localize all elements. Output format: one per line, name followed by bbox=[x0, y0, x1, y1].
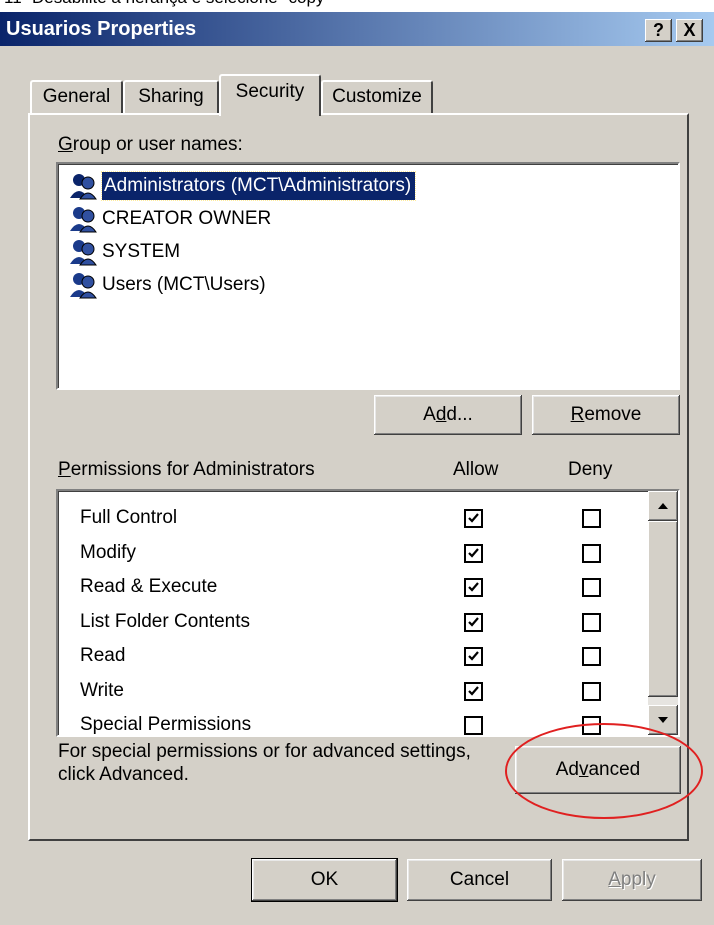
caption-text: 11- Desabilite a herança e selecione "co… bbox=[4, 0, 330, 8]
permission-name: Read bbox=[80, 645, 126, 666]
permission-row: Special Permissions bbox=[80, 708, 252, 735]
checkmark-icon bbox=[468, 582, 479, 592]
add-button[interactable]: Add... bbox=[374, 395, 522, 435]
advanced-button[interactable]: Advanced bbox=[515, 746, 681, 794]
allow-checkbox[interactable] bbox=[464, 681, 483, 701]
checkmark-icon bbox=[468, 547, 479, 558]
permission-name: List Folder Contents bbox=[80, 610, 251, 632]
checkmark-icon bbox=[468, 513, 479, 523]
list-item[interactable]: Users (MCT\Users) bbox=[68, 269, 266, 301]
arrow-up-icon bbox=[658, 503, 668, 509]
ok-button[interactable]: OK bbox=[251, 858, 398, 902]
advanced-hint-line2: click Advanced. bbox=[58, 764, 189, 785]
checkmark-icon bbox=[468, 616, 479, 627]
permissions-label: Permissions for Administrators bbox=[58, 459, 315, 480]
permissions-scrollbar[interactable] bbox=[648, 491, 678, 735]
permission-row: Read & Execute bbox=[80, 570, 217, 604]
deny-checkbox[interactable] bbox=[582, 543, 601, 563]
checkmark-icon bbox=[468, 685, 479, 696]
user-group-icon bbox=[70, 206, 97, 233]
user-list[interactable]: Administrators (MCT\Administrators) CREA… bbox=[56, 162, 680, 390]
advanced-hint-line1: For special permissions or for advanced … bbox=[58, 741, 471, 762]
allow-checkbox[interactable] bbox=[464, 578, 483, 597]
allow-checkbox[interactable] bbox=[464, 509, 483, 528]
tab-customize[interactable]: Customize bbox=[321, 80, 433, 114]
deny-checkbox[interactable] bbox=[582, 509, 601, 528]
list-item[interactable]: CREATOR OWNER bbox=[68, 203, 271, 235]
permission-row: Modify bbox=[80, 536, 136, 570]
checkmark-icon bbox=[468, 651, 479, 661]
permission-name: Special Permissions bbox=[80, 714, 252, 735]
deny-checkbox[interactable] bbox=[582, 578, 601, 597]
deny-checkbox[interactable] bbox=[582, 716, 601, 735]
allow-checkbox[interactable] bbox=[464, 716, 483, 735]
allow-checkbox[interactable] bbox=[464, 612, 483, 632]
permission-name: Full Control bbox=[80, 507, 178, 528]
close-button[interactable]: X bbox=[676, 19, 703, 42]
allow-checkbox[interactable] bbox=[464, 647, 483, 666]
scroll-down-button[interactable] bbox=[648, 705, 678, 735]
permission-row: List Folder Contents bbox=[80, 605, 250, 639]
list-item[interactable]: SYSTEM bbox=[68, 236, 180, 268]
list-item[interactable]: Administrators (MCT\Administrators) bbox=[68, 170, 417, 202]
apply-button[interactable]: Apply bbox=[562, 859, 702, 901]
allow-checkbox[interactable] bbox=[464, 543, 483, 563]
remove-button[interactable]: Remove bbox=[532, 395, 680, 435]
deny-checkbox[interactable] bbox=[582, 612, 601, 632]
tab-security[interactable]: Security bbox=[219, 74, 321, 116]
deny-checkbox[interactable] bbox=[582, 647, 601, 666]
tab-general[interactable]: General bbox=[30, 80, 123, 114]
properties-dialog: Usuarios Properties ? X General Sharing … bbox=[0, 12, 714, 925]
permission-name: Modify bbox=[80, 541, 136, 563]
group-users-label: Group or user names: bbox=[58, 134, 243, 155]
permissions-list[interactable]: Full Control Modify Read & Execute List Fol… bbox=[56, 489, 680, 737]
permission-name: Read & Execute bbox=[80, 576, 218, 597]
scroll-thumb[interactable] bbox=[648, 521, 678, 697]
deny-checkbox[interactable] bbox=[582, 681, 601, 701]
permission-row: Full Control bbox=[80, 501, 177, 535]
scroll-up-button[interactable] bbox=[648, 491, 678, 521]
permission-row: Read bbox=[80, 639, 125, 673]
tab-sharing[interactable]: Sharing bbox=[123, 80, 219, 114]
permission-name: Write bbox=[80, 679, 124, 701]
arrow-down-icon bbox=[658, 717, 668, 723]
help-button[interactable]: ? bbox=[645, 19, 672, 42]
permission-row: Write bbox=[80, 674, 124, 708]
user-group-icon bbox=[70, 272, 97, 299]
deny-column-header: Deny bbox=[568, 459, 613, 480]
window-title: Usuarios Properties bbox=[6, 18, 197, 40]
user-group-icon bbox=[70, 239, 97, 266]
user-group-icon bbox=[70, 173, 97, 200]
cancel-button[interactable]: Cancel bbox=[407, 859, 552, 901]
allow-column-header: Allow bbox=[453, 459, 499, 480]
title-bar[interactable]: Usuarios Properties ? X bbox=[0, 12, 714, 46]
